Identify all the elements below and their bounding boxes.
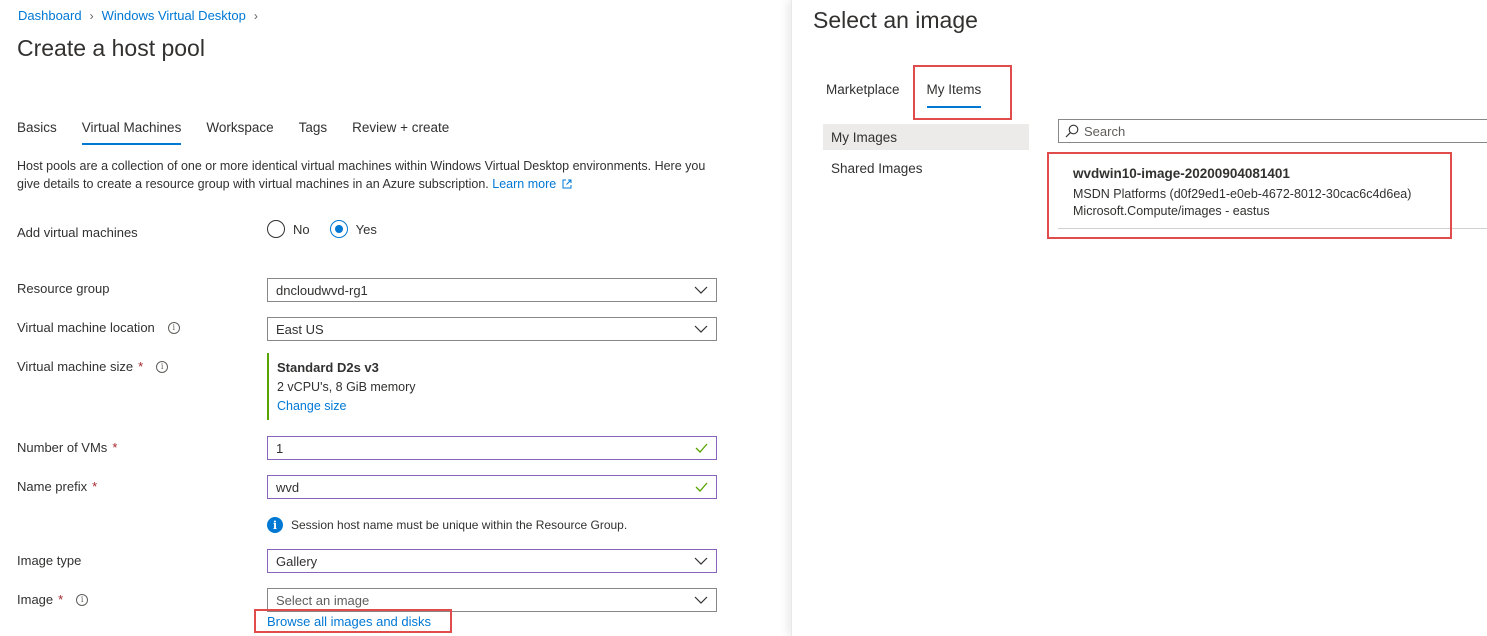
info-icon[interactable]: i xyxy=(76,593,89,606)
radio-yes-label: Yes xyxy=(355,221,377,237)
chevron-down-icon xyxy=(694,596,708,604)
my-items-highlight xyxy=(913,65,1012,120)
image-type-label: Image type xyxy=(17,553,82,568)
info-icon[interactable]: i xyxy=(156,360,169,373)
search-input[interactable]: Search xyxy=(1058,119,1487,143)
num-vms-input[interactable]: 1 xyxy=(267,436,717,460)
tab-virtual-machines[interactable]: Virtual Machines xyxy=(81,119,181,145)
image-nav: My Images Shared Images xyxy=(823,124,1029,186)
add-vms-radio-group: No Yes xyxy=(267,220,389,238)
nav-my-images[interactable]: My Images xyxy=(823,124,1029,150)
chevron-right-icon: › xyxy=(89,8,94,23)
external-link-icon xyxy=(562,179,572,188)
breadcrumb-wvd[interactable]: Windows Virtual Desktop xyxy=(102,8,246,23)
name-prefix-label: Name prefix * xyxy=(17,479,98,494)
search-icon xyxy=(1065,124,1079,138)
nav-shared-images[interactable]: Shared Images xyxy=(823,155,1029,181)
vm-size-label: Virtual machine size * i xyxy=(17,359,169,374)
wizard-tabs: Basics Virtual Machines Workspace Tags R… xyxy=(17,119,474,151)
info-message: i Session host name must be unique withi… xyxy=(267,517,627,533)
chevron-down-icon xyxy=(694,286,708,294)
image-type-dropdown[interactable]: Gallery xyxy=(267,549,717,573)
breadcrumb-dashboard[interactable]: Dashboard xyxy=(18,8,82,23)
radio-no-label: No xyxy=(293,221,310,237)
tab-basics[interactable]: Basics xyxy=(17,119,57,145)
checkmark-icon xyxy=(695,443,708,453)
description: Host pools are a collection of one or mo… xyxy=(17,158,727,193)
browse-images-link[interactable]: Browse all images and disks xyxy=(267,614,431,629)
resource-group-dropdown[interactable]: dncloudwvd-rg1 xyxy=(267,278,717,302)
checkmark-icon xyxy=(695,482,708,492)
select-image-panel: Select an image Marketplace My Items My … xyxy=(791,0,1487,636)
chevron-right-icon: › xyxy=(253,8,258,23)
tab-review-create[interactable]: Review + create xyxy=(352,119,449,145)
info-icon[interactable]: i xyxy=(167,321,180,334)
description-text: Host pools are a collection of one or mo… xyxy=(17,159,706,191)
vm-location-dropdown[interactable]: East US xyxy=(267,317,717,341)
chevron-down-icon xyxy=(694,325,708,333)
image-card-highlight xyxy=(1047,152,1452,239)
breadcrumb: Dashboard › Windows Virtual Desktop › xyxy=(18,8,258,23)
change-size-link[interactable]: Change size xyxy=(277,399,467,413)
vm-size-name: Standard D2s v3 xyxy=(277,360,379,375)
tab-marketplace[interactable]: Marketplace xyxy=(826,82,900,104)
create-host-pool-pane: Dashboard › Windows Virtual Desktop › Cr… xyxy=(0,0,790,636)
tab-workspace[interactable]: Workspace xyxy=(206,119,273,145)
learn-more-link[interactable]: Learn more xyxy=(492,177,556,191)
radio-no[interactable] xyxy=(267,220,285,238)
tab-tags[interactable]: Tags xyxy=(299,119,328,145)
num-vms-label: Number of VMs * xyxy=(17,440,118,455)
vm-size-summary: Standard D2s v3 2 vCPU's, 8 GiB memory C… xyxy=(267,353,467,420)
vm-size-spec: 2 vCPU's, 8 GiB memory xyxy=(277,380,416,394)
vm-location-label: Virtual machine location i xyxy=(17,320,180,335)
info-filled-icon: i xyxy=(267,517,283,533)
add-vms-label: Add virtual machines xyxy=(17,225,138,240)
name-prefix-input[interactable]: wvd xyxy=(267,475,717,499)
chevron-down-icon xyxy=(694,557,708,565)
panel-title: Select an image xyxy=(813,7,978,33)
browse-images-highlight: Browse all images and disks xyxy=(254,609,452,633)
radio-yes[interactable] xyxy=(329,220,348,238)
image-label: Image * i xyxy=(17,592,89,607)
page-title: Create a host pool xyxy=(17,35,205,61)
resource-group-label: Resource group xyxy=(17,281,110,296)
